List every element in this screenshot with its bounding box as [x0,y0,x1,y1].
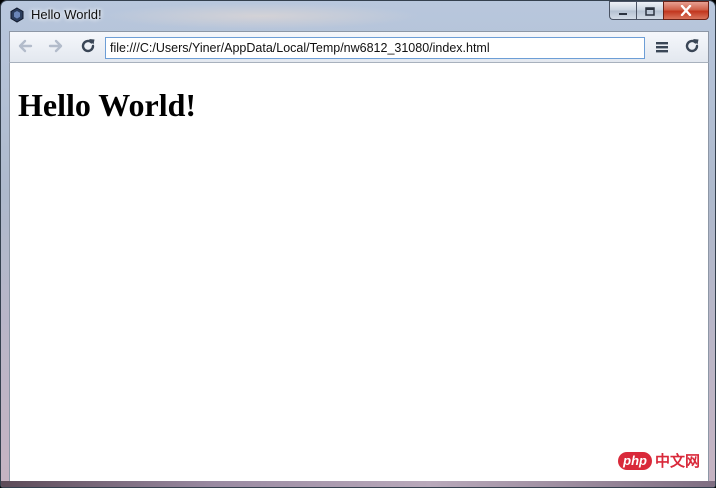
maximize-button[interactable] [636,1,663,20]
window-controls [609,1,709,21]
reload-button[interactable] [77,37,99,59]
reload-icon [79,37,97,59]
watermark-brand: php [618,451,652,470]
window-bottom-frame [1,481,715,487]
arrow-right-icon [47,38,65,58]
title-glow [101,3,421,29]
close-button[interactable] [663,1,709,20]
page-heading: Hello World! [18,87,197,123]
menu-button[interactable] [651,37,673,59]
minimize-button[interactable] [609,1,636,20]
maximize-icon [645,1,655,20]
window-title: Hello World! [31,7,102,22]
back-button[interactable] [14,37,36,59]
url-input[interactable] [105,37,645,59]
page-reload-button[interactable] [681,37,703,59]
page-viewport: Hello World! php 中文网 [9,63,709,481]
close-icon [680,1,692,20]
browser-window: Hello World! file:///C:/Users/Yiner/AppD… [0,0,716,488]
hamburger-menu-icon [654,39,670,58]
watermark-site: 中文网 [654,452,700,470]
title-bar[interactable]: Hello World! [1,1,715,31]
reload-icon [683,37,701,59]
site-watermark: php 中文网 [618,450,700,471]
app-icon [9,7,25,23]
forward-button[interactable] [45,37,67,59]
arrow-left-icon [16,38,34,58]
minimize-icon [618,1,628,20]
browser-toolbar [9,31,709,63]
